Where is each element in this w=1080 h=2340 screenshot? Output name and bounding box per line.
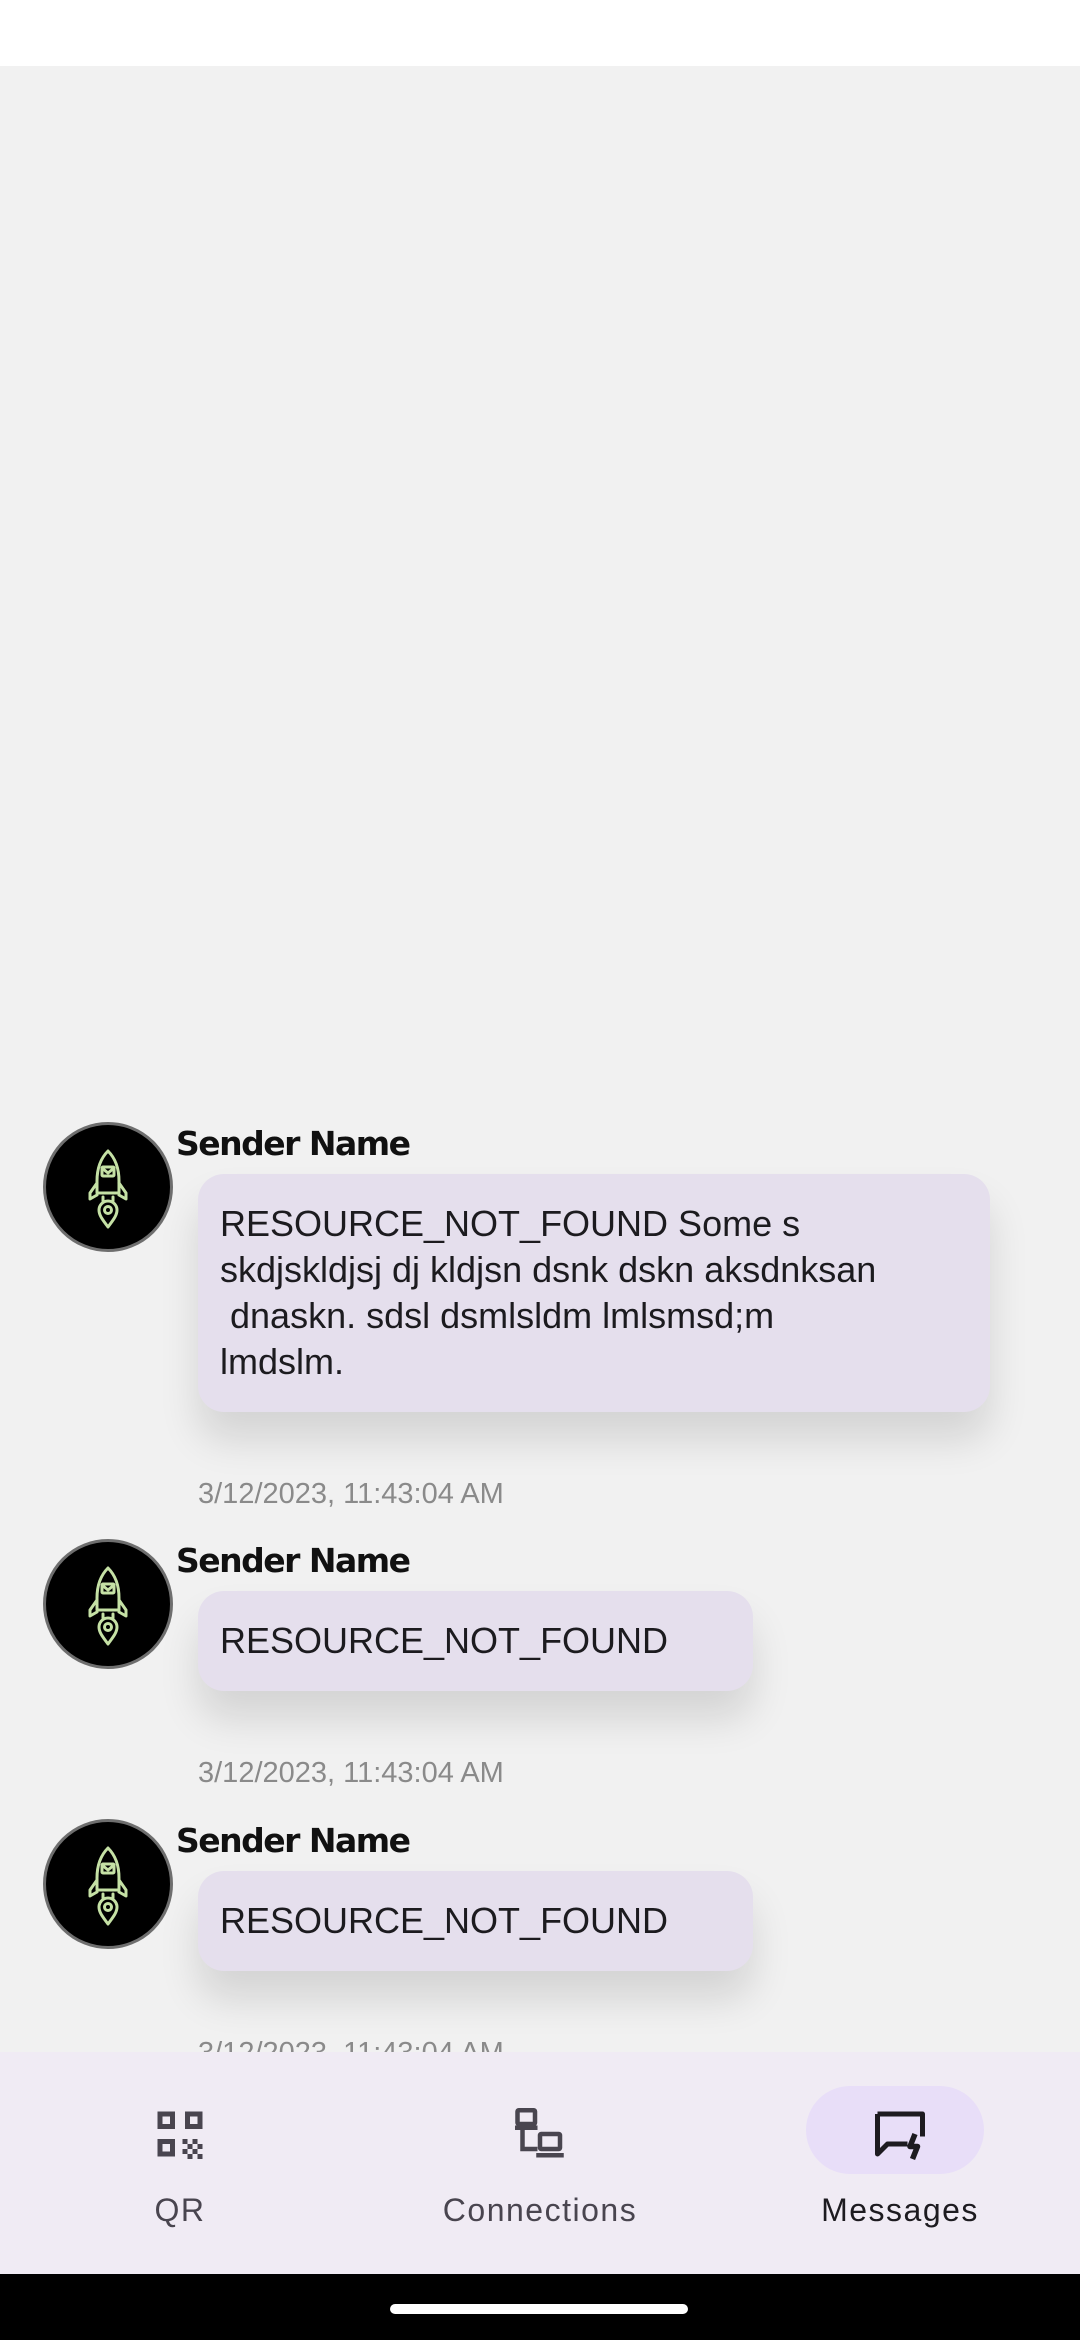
rocket-pin-icon [88, 1846, 128, 1926]
sender-name: Sender Name [176, 1821, 411, 1860]
message-bubble[interactable]: RESOURCE_NOT_FOUND [198, 1871, 753, 1971]
message-timestamp: 3/12/2023, 11:43:04 AM [198, 1757, 504, 1789]
message-timestamp: 3/12/2023, 11:43:04 AM [198, 1478, 504, 1510]
message-text-line: skdjskldjsj dj kldjsn dsnk dskn aksdnksa… [220, 1249, 877, 1290]
devices-icon [515, 2108, 564, 2158]
message-list[interactable]: Sender Name RESOURCE_NOT_FOUND Some s sk… [0, 66, 1080, 2069]
sender-avatar[interactable] [43, 1539, 173, 1669]
message-text-line: lmdslm. [220, 1341, 344, 1382]
nav-item-qr[interactable]: QR [0, 2052, 360, 2274]
message-text-line: dnaskn. sdsl dsmlsldm lmlsmsd;m [220, 1295, 775, 1336]
chat-bolt-icon [875, 2111, 925, 2161]
message-bubble[interactable]: RESOURCE_NOT_FOUND Some s skdjskldjsj dj… [198, 1174, 990, 1412]
rocket-pin-icon [88, 1149, 128, 1229]
message-text-line: RESOURCE_NOT_FOUND Some s [220, 1203, 801, 1244]
sender-name: Sender Name [176, 1124, 411, 1163]
nav-item-messages[interactable]: Messages [720, 2052, 1080, 2274]
message-bubble[interactable]: RESOURCE_NOT_FOUND [198, 1591, 753, 1691]
message-text-line: RESOURCE_NOT_FOUND [220, 1620, 669, 1661]
message-text-line: RESOURCE_NOT_FOUND [220, 1900, 669, 1941]
sender-name: Sender Name [176, 1541, 411, 1580]
status-bar [0, 0, 1080, 66]
nav-label: QR [154, 2192, 206, 2228]
sender-avatar[interactable] [43, 1122, 173, 1252]
nav-label: Connections [442, 2192, 638, 2228]
bottom-navigation: QR Connections Messages [0, 2052, 1080, 2274]
qr-code-icon [157, 2111, 203, 2159]
nav-item-connections[interactable]: Connections [360, 2052, 720, 2274]
sender-avatar[interactable] [43, 1819, 173, 1949]
rocket-pin-icon [88, 1566, 128, 1646]
nav-label: Messages [821, 2192, 979, 2228]
system-navigation-bar [0, 2274, 1080, 2340]
home-handle[interactable] [390, 2304, 688, 2314]
